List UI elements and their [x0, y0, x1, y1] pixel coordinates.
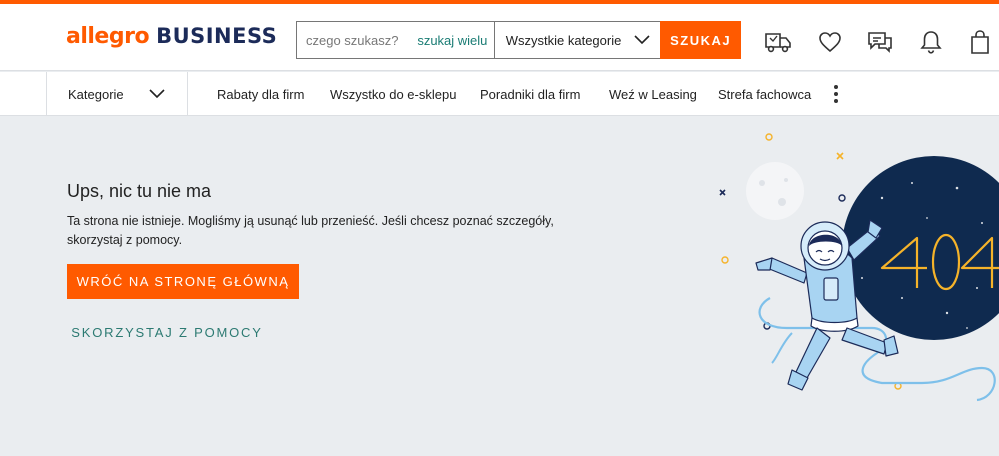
categories-label: Kategorie: [68, 86, 124, 102]
help-link[interactable]: SKORZYSTAJ Z POMOCY: [67, 319, 267, 345]
messages-icon[interactable]: [866, 28, 894, 56]
logo-business-text: BUSINESS: [156, 24, 278, 48]
nav-link-leasing[interactable]: Weź w Leasing: [609, 72, 697, 116]
delivery-truck-icon[interactable]: [764, 28, 792, 56]
categories-dropdown[interactable]: Kategorie: [46, 72, 188, 116]
astronaut-404-illustration: [712, 128, 999, 408]
top-header: allegro BUSINESS szukaj wielu Wszystkie …: [0, 0, 999, 71]
search-input[interactable]: [297, 22, 411, 58]
chevron-down-icon: [149, 89, 165, 99]
bell-icon[interactable]: [917, 28, 945, 56]
nav-link-strefa-fachowca[interactable]: Strefa fachowca: [718, 72, 811, 116]
heart-icon[interactable]: [816, 28, 844, 56]
more-options-icon[interactable]: [828, 82, 844, 106]
logo-allegro-text: allegro: [66, 24, 150, 49]
home-button[interactable]: WRÓĆ NA STRONĘ GŁÓWNĄ: [67, 264, 299, 299]
category-nav: Kategorie Rabaty dla firm Wszystko do e-…: [0, 72, 999, 116]
shopping-bag-icon[interactable]: [966, 28, 994, 56]
page-title: Ups, nic tu nie ma: [67, 181, 212, 201]
nav-link-poradniki[interactable]: Poradniki dla firm: [480, 72, 580, 116]
category-select-value: Wszystkie kategorie: [505, 32, 622, 48]
allegro-business-logo[interactable]: allegro BUSINESS: [66, 24, 277, 54]
category-select[interactable]: Wszystkie kategorie: [495, 22, 661, 58]
search-bar: szukaj wielu Wszystkie kategorie SZUKAJ: [296, 21, 741, 59]
search-button[interactable]: SZUKAJ: [660, 21, 741, 59]
multi-search-link[interactable]: szukaj wielu: [411, 22, 495, 58]
chevron-down-icon: [634, 35, 650, 45]
error-description: Ta strona nie istnieje. Mogliśmy ją usun…: [67, 214, 554, 247]
nav-link-e-sklep[interactable]: Wszystko do e-sklepu: [330, 72, 456, 116]
nav-link-rabaty[interactable]: Rabaty dla firm: [217, 72, 304, 116]
